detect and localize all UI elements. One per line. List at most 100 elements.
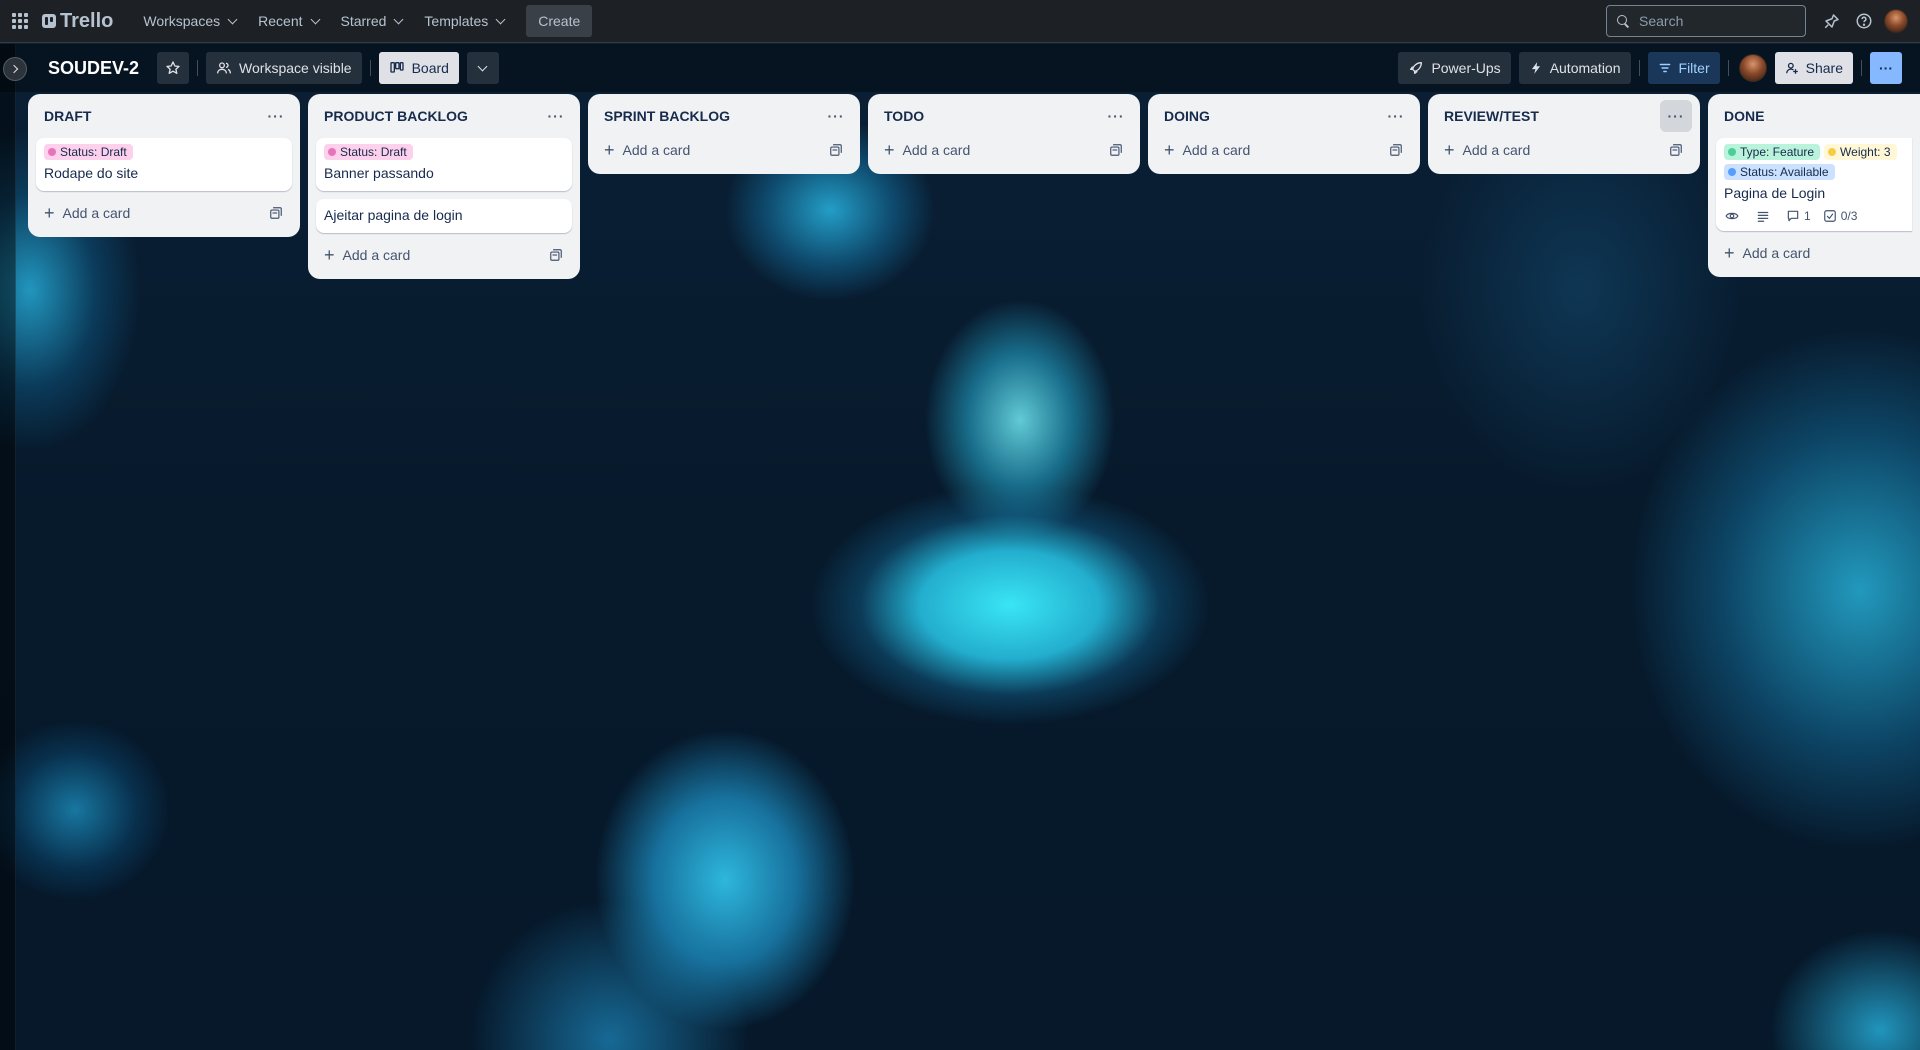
create-button[interactable]: Create: [526, 5, 593, 37]
create-from-template-button[interactable]: [1380, 134, 1412, 166]
user-avatar: [1884, 9, 1908, 33]
card[interactable]: Type: Feature Weight: 3 Status: Availabl…: [1716, 138, 1912, 231]
workspaces-menu[interactable]: Workspaces: [133, 5, 246, 37]
add-card-button[interactable]: + Add a card: [44, 204, 260, 222]
create-from-template-button[interactable]: [820, 134, 852, 166]
list-title[interactable]: DONE: [1724, 108, 1912, 124]
card[interactable]: Status: Draft Rodape do site: [36, 138, 292, 191]
list-doing[interactable]: DOING ··· + Add a card: [1148, 94, 1420, 174]
eye-icon: [1725, 212, 1739, 220]
card-label[interactable]: Type: Feature: [1724, 144, 1821, 160]
list-actions-button[interactable]: ···: [820, 100, 852, 132]
list-actions-button[interactable]: ···: [1100, 100, 1132, 132]
workspaces-menu-label: Workspaces: [143, 13, 221, 29]
list-title[interactable]: SPRINT BACKLOG: [604, 108, 820, 124]
list-title[interactable]: DOING: [1164, 108, 1380, 124]
starred-menu[interactable]: Starred: [331, 5, 413, 37]
automation-button[interactable]: Automation: [1518, 52, 1631, 84]
trello-logo[interactable]: Trello: [42, 10, 113, 33]
card-label[interactable]: Status: Draft: [324, 144, 413, 160]
card-label[interactable]: Status: Available: [1724, 164, 1835, 180]
list-actions-button[interactable]: ···: [1380, 100, 1412, 132]
card-label[interactable]: Weight: 3: [1824, 144, 1897, 160]
board-view-button[interactable]: Board: [378, 52, 459, 84]
templates-menu[interactable]: Templates: [414, 5, 514, 37]
header-divider: [1727, 60, 1729, 76]
expand-sidebar-button[interactable]: [3, 57, 27, 81]
plus-icon: +: [1444, 140, 1455, 160]
add-card-row: + Add a card: [876, 134, 1132, 166]
plus-icon: +: [604, 140, 615, 160]
list-actions-button[interactable]: ···: [1660, 100, 1692, 132]
add-card-button[interactable]: + Add a card: [1444, 141, 1660, 159]
board-menu-button[interactable]: ···: [1870, 52, 1902, 84]
search-box[interactable]: [1606, 5, 1806, 37]
card-title: Ajeitar pagina de login: [324, 207, 463, 223]
card[interactable]: Ajeitar pagina de login: [316, 199, 572, 233]
add-card-button[interactable]: + Add a card: [324, 246, 540, 264]
plus-icon: +: [1164, 140, 1175, 160]
list-sprint-backlog[interactable]: SPRINT BACKLOG ··· + Add a card: [588, 94, 860, 174]
label-dot: [1728, 148, 1736, 156]
create-from-template-button[interactable]: [1660, 134, 1692, 166]
list-draft[interactable]: DRAFT ··· Status: Draft Rodape do site +…: [28, 94, 300, 237]
plus-icon: +: [44, 203, 55, 223]
list-title[interactable]: DRAFT: [44, 108, 260, 124]
list-product-backlog[interactable]: PRODUCT BACKLOG ··· Status: Draft Banner…: [308, 94, 580, 279]
add-person-icon: [1785, 62, 1798, 74]
add-card-button[interactable]: + Add a card: [1724, 244, 1912, 262]
list-done[interactable]: DONE Type: Feature Weight: 3 Status: Ava…: [1708, 94, 1920, 277]
recent-menu[interactable]: Recent: [248, 5, 328, 37]
add-card-button[interactable]: + Add a card: [884, 141, 1100, 159]
list-title[interactable]: TODO: [884, 108, 1100, 124]
star-board-button[interactable]: [157, 52, 190, 84]
list-title[interactable]: REVIEW/TEST: [1444, 108, 1660, 124]
star-icon: [166, 61, 180, 74]
help-button[interactable]: [1848, 5, 1880, 37]
board-member-avatar: [1738, 54, 1767, 82]
list-review-test[interactable]: REVIEW/TEST ··· + Add a card: [1428, 94, 1700, 174]
apps-grid-icon[interactable]: [10, 11, 30, 31]
add-card-button[interactable]: + Add a card: [1164, 141, 1380, 159]
checklist-badge: 0/3: [1823, 209, 1858, 223]
power-ups-button[interactable]: Power-Ups: [1398, 52, 1511, 84]
header-divider: [1861, 60, 1862, 76]
card-template-icon: [270, 207, 282, 219]
board-member-button[interactable]: [1737, 52, 1769, 84]
list-todo[interactable]: TODO ··· + Add a card: [868, 94, 1140, 174]
board-title[interactable]: SOUDEV-2: [44, 58, 143, 79]
create-from-template-button[interactable]: [1100, 134, 1132, 166]
header-divider: [197, 60, 199, 76]
checklist-count: 0/3: [1840, 209, 1858, 223]
notifications-button[interactable]: [1816, 5, 1848, 37]
list-header: DONE: [1716, 98, 1912, 134]
search-input[interactable]: [1639, 13, 1789, 29]
visibility-label: Workspace visible: [239, 60, 352, 76]
people-icon: [217, 62, 232, 74]
add-card-row: + Add a card: [1436, 134, 1692, 166]
visibility-button[interactable]: Workspace visible: [206, 52, 362, 84]
add-card-label: Add a card: [902, 142, 971, 158]
board-view-icon: [389, 61, 404, 73]
description-badge: [1756, 209, 1774, 223]
list-actions-button[interactable]: ···: [540, 100, 572, 132]
card-label[interactable]: Status: Draft: [44, 144, 133, 160]
create-from-template-button[interactable]: [260, 197, 292, 229]
share-button[interactable]: Share: [1774, 52, 1853, 84]
checklist-icon: [1823, 210, 1836, 222]
trello-logo-icon: [42, 14, 56, 28]
card-labels: Status: Draft: [44, 144, 284, 160]
account-button[interactable]: [1880, 5, 1912, 37]
plus-icon: +: [1724, 243, 1735, 263]
card[interactable]: Status: Draft Banner passando: [316, 138, 572, 191]
add-card-button[interactable]: + Add a card: [604, 141, 820, 159]
view-switcher-button[interactable]: [466, 52, 499, 84]
list-title[interactable]: PRODUCT BACKLOG: [324, 108, 540, 124]
top-navigation-bar: Trello Workspaces Recent Starred Templat…: [0, 0, 1920, 43]
filter-button[interactable]: Filter: [1647, 52, 1720, 84]
collapsed-sidebar: [0, 44, 16, 1050]
starred-menu-label: Starred: [340, 13, 387, 29]
list-actions-button[interactable]: ···: [260, 100, 292, 132]
notifications-bell-icon: [1824, 14, 1839, 29]
create-from-template-button[interactable]: [540, 239, 572, 271]
